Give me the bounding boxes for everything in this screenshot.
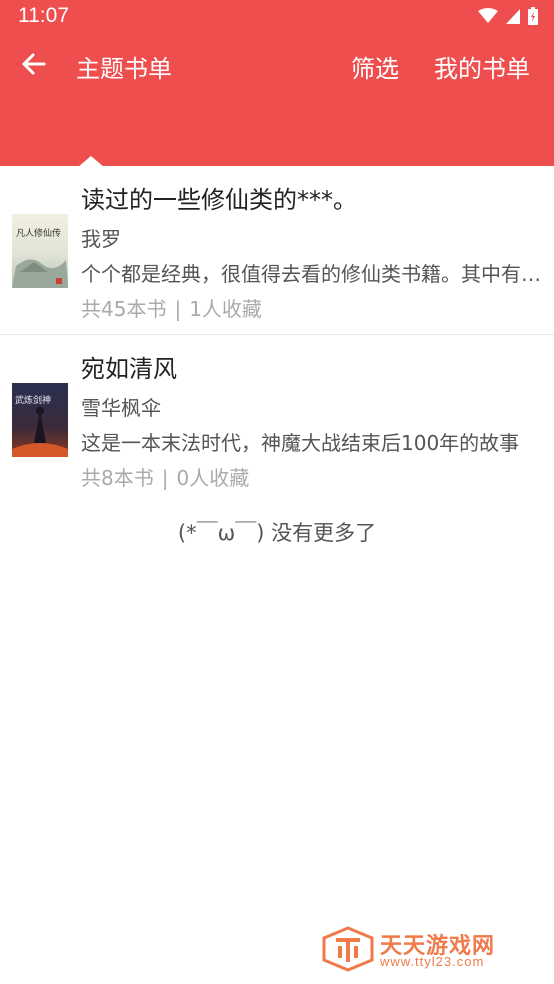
booklist-item[interactable]: 武炼剑神 宛如清风 雪华枫伞 这是一本末法时代，神魔大战结束后100年的故事 共… [0,334,554,502]
booklist-author: 雪华枫伞 [81,396,161,420]
booklist-meta: 共45本书 | 1人收藏 [81,293,262,322]
my-booklist-button[interactable]: 我的书单 [434,49,530,84]
status-bar: 11:07 [0,0,554,34]
booklist-list: 凡人修仙传 读过的一些修仙类的***。 我罗 个个都是经典，很值得去看的修仙类书… [0,166,554,502]
meta-separator: | [174,297,182,321]
book-count: 共8本书 [81,466,154,490]
app-header: 11:07 主题书单 筛选 我的书单 [0,0,554,167]
battery-icon [528,7,538,25]
book-cover: 凡人修仙传 [12,214,68,288]
signal-icon [506,8,520,24]
collect-count: 0人收藏 [176,466,250,490]
booklist-author: 我罗 [81,227,121,251]
watermark-url: www.ttyl23.com [380,954,485,969]
no-more-label: (*￣ω￣) 没有更多了 [177,521,377,545]
back-button[interactable] [14,46,54,86]
cover-title: 凡人修仙传 [16,227,61,239]
booklist-title: 宛如清风 [81,355,177,383]
toolbar: 主题书单 筛选 我的书单 [0,34,554,96]
book-cover: 武炼剑神 [12,383,68,457]
page-title: 主题书单 [76,55,172,83]
filter-button[interactable]: 筛选 [351,49,399,84]
booklist-meta: 共8本书 | 0人收藏 [81,462,249,491]
back-arrow-icon [22,53,46,79]
booklist-title: 读过的一些修仙类的***。 [81,186,357,214]
book-count: 共45本书 [81,297,167,321]
collect-count: 1人收藏 [189,297,262,321]
status-icons [478,6,538,26]
booklist-description: 个个都是经典，很值得去看的修仙类书籍。其中有些已完结 [81,262,543,286]
cover-title: 武炼剑神 [15,394,51,406]
booklist-description: 这是一本末法时代，神魔大战结束后100年的故事 [81,431,520,455]
booklist-item[interactable]: 凡人修仙传 读过的一些修仙类的***。 我罗 个个都是经典，很值得去看的修仙类书… [0,166,554,334]
wifi-icon [478,8,498,24]
watermark-logo-icon [322,926,374,976]
status-time: 11:07 [18,4,69,27]
meta-separator: | [161,466,169,490]
watermark: 天天游戏网 www.ttyl23.com [322,926,518,974]
